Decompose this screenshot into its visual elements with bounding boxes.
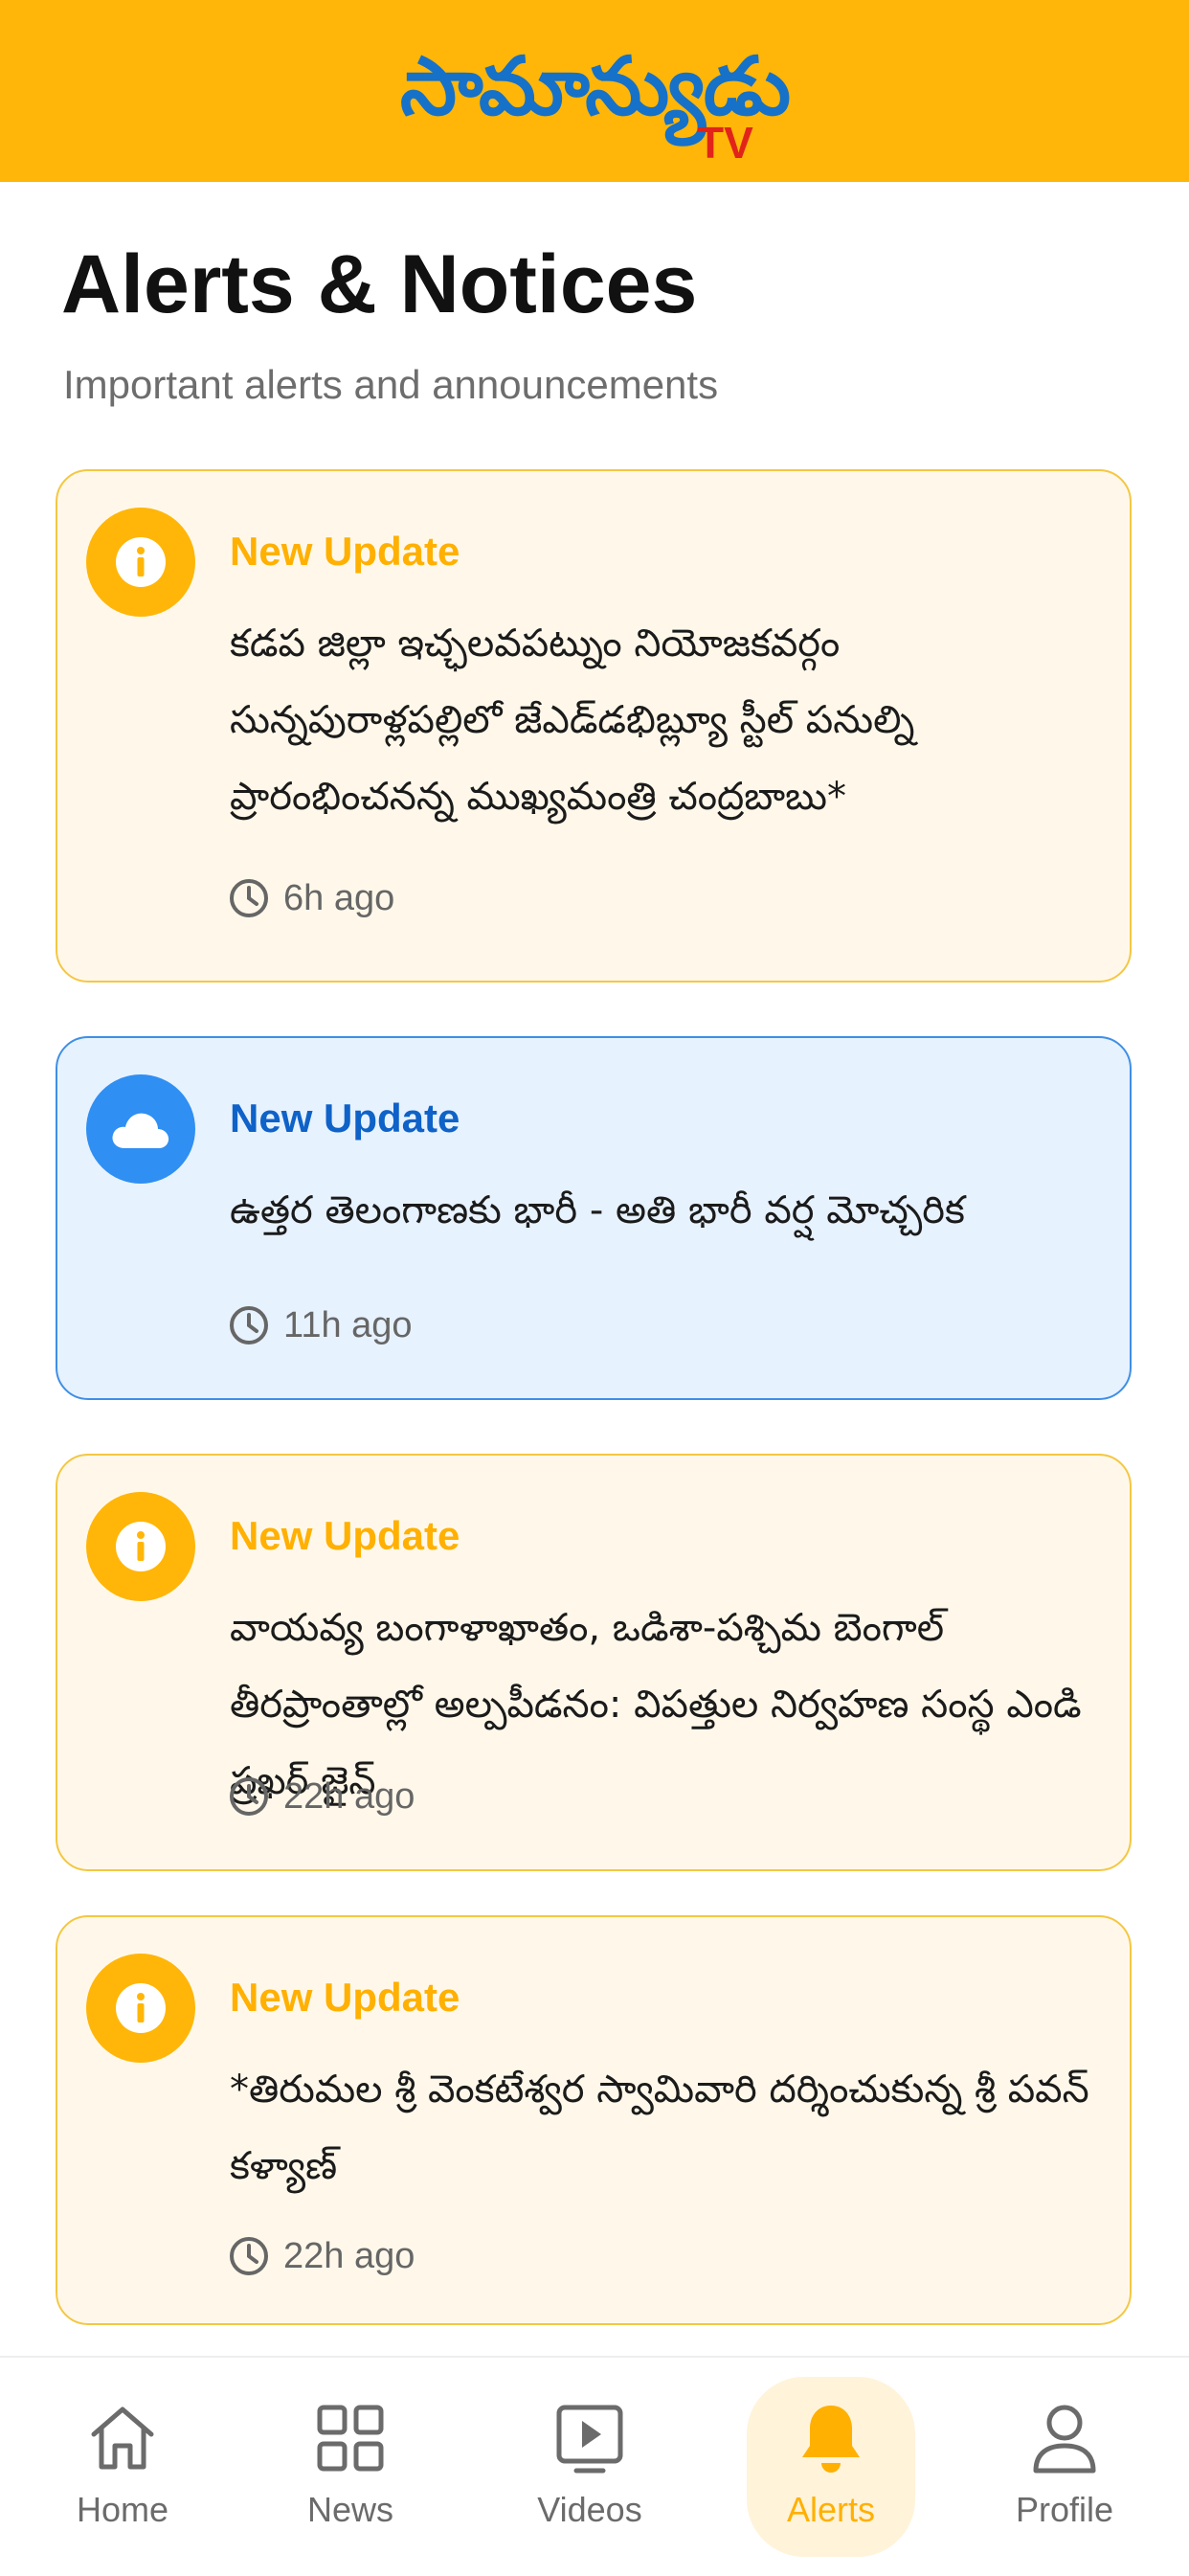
nav-item-profile[interactable]: Profile (980, 2377, 1149, 2557)
video-icon (553, 2400, 626, 2476)
clock-icon (230, 1777, 268, 1816)
alert-text: ఉత్తర తెలంగాణకు భారీ - అతి భారీ వర్ష మోచ… (230, 1188, 965, 1232)
alert-card[interactable]: New Update *తిరుమల శ్రీ వెంకటేశ్వర స్వామ… (56, 1915, 1132, 2325)
app-logo[interactable]: సామాన్యుడు TV (0, 39, 1189, 168)
alert-time: 22h ago (228, 1775, 415, 1818)
alert-text: *తిరుమల శ్రీ వెంకటేశ్వర స్వామివారి దర్శి… (230, 2068, 1089, 2188)
nav-label: Home (76, 2490, 169, 2529)
alert-time-text: 22h ago (283, 2235, 415, 2276)
alert-card[interactable]: New Update వాయవ్య బంగాళాఖాతం, ఒడిశా-పశ్చ… (56, 1454, 1132, 1871)
clock-icon (230, 2237, 268, 2275)
clock-icon (230, 1306, 268, 1344)
logo-text: సామాన్యుడు (399, 39, 791, 133)
cloud-icon (86, 1074, 195, 1184)
user-icon (1028, 2400, 1101, 2476)
alert-label: New Update (230, 1975, 460, 2020)
alert-text: కడప జిల్లా ఇచ్ఛలవపట్నుం నియోజకవర్గం సున్… (230, 621, 915, 819)
info-icon (86, 1954, 195, 2063)
nav-label: Profile (1015, 2490, 1114, 2529)
alert-time: 22h ago (228, 2235, 415, 2277)
alert-time: 11h ago (228, 1304, 413, 1346)
info-icon (86, 1492, 195, 1601)
home-icon (86, 2400, 159, 2476)
nav-label: News (306, 2490, 394, 2529)
alert-card[interactable]: New Update ఉత్తర తెలంగాణకు భారీ - అతి భా… (56, 1036, 1132, 1400)
alert-label: New Update (230, 1096, 460, 1141)
nav-item-home[interactable]: Home (38, 2377, 207, 2557)
alert-label: New Update (230, 529, 460, 574)
app-header: సామాన్యుడు TV (0, 0, 1189, 182)
nav-label: Alerts (786, 2490, 876, 2529)
alert-time-text: 11h ago (283, 1304, 413, 1345)
alert-card[interactable]: New Update కడప జిల్లా ఇచ్ఛలవపట్నుం నియోజ… (56, 469, 1132, 983)
nav-item-news[interactable]: News (266, 2377, 435, 2557)
alert-time-text: 6h ago (283, 877, 395, 918)
alert-time-text: 22h ago (283, 1775, 415, 1817)
alert-time: 6h ago (228, 877, 394, 919)
page-title: Alerts & Notices (61, 238, 698, 330)
page-subtitle: Important alerts and announcements (63, 362, 719, 407)
nav-item-alerts[interactable]: Alerts (747, 2377, 915, 2557)
alert-label: New Update (230, 1513, 460, 1558)
info-icon (86, 508, 195, 617)
bottom-nav: Home News Videos Alerts Profile (0, 2356, 1189, 2576)
clock-icon (230, 879, 268, 917)
grid-icon (314, 2400, 387, 2476)
nav-item-videos[interactable]: Videos (505, 2377, 674, 2557)
logo-suffix: TV (697, 118, 753, 168)
nav-label: Videos (537, 2490, 642, 2529)
bell-icon (795, 2400, 867, 2476)
